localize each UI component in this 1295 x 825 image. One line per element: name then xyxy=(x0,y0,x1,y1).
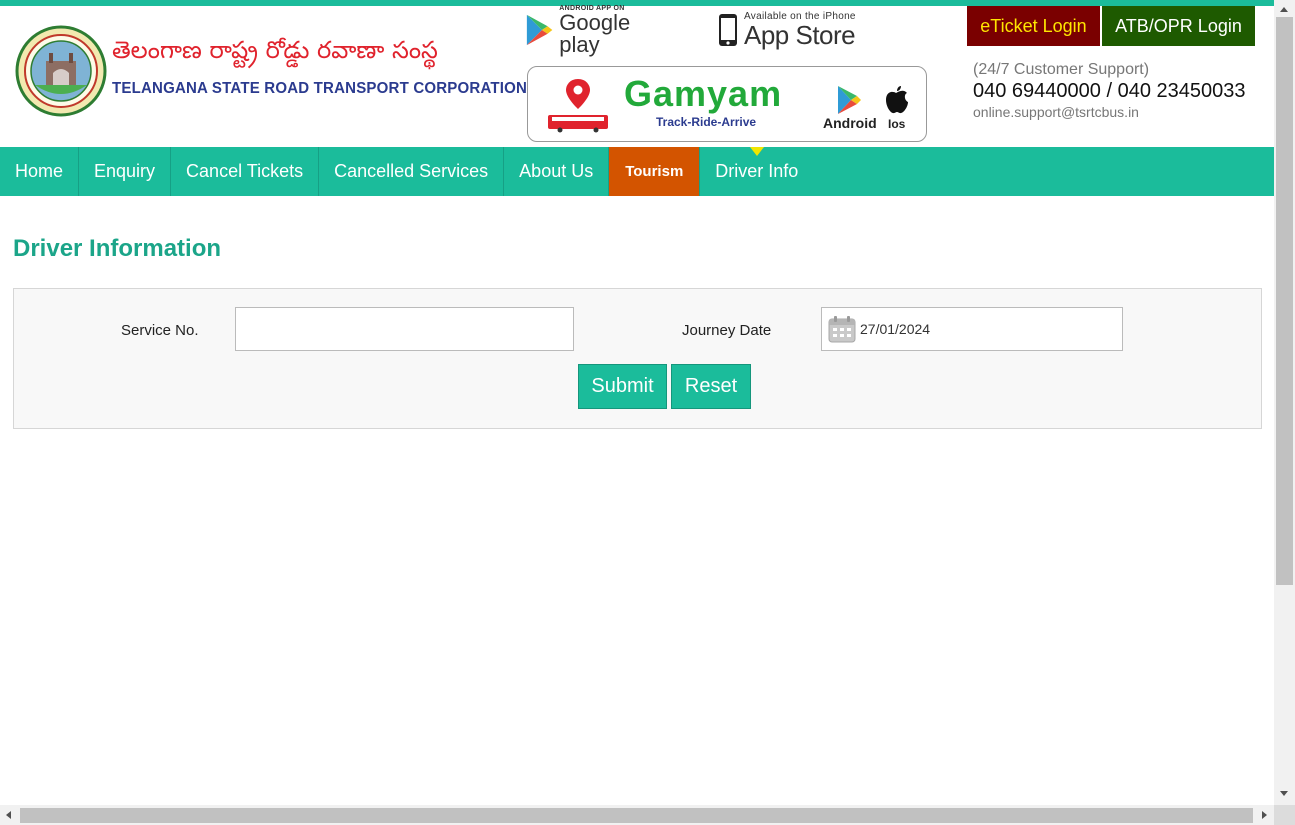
eticket-login-button[interactable]: eTicket Login xyxy=(967,6,1100,46)
brand-telugu-name: తెలంగాణ రాష్ట్ర రోడ్డు రవాణా సంస్థ xyxy=(112,36,438,64)
main-nav: Home Enquiry Cancel Tickets Cancelled Se… xyxy=(0,147,1274,196)
tsrtc-logo[interactable] xyxy=(15,25,107,117)
nav-item-cancel-tickets[interactable]: Cancel Tickets xyxy=(171,147,320,196)
calendar-icon[interactable] xyxy=(828,315,856,343)
app-store-badge[interactable]: Available on the iPhone App Store xyxy=(718,10,858,50)
scroll-right-arrow-icon[interactable] xyxy=(1262,811,1267,819)
nav-item-enquiry[interactable]: Enquiry xyxy=(79,147,172,196)
apple-icon xyxy=(886,86,908,114)
iphone-icon xyxy=(719,14,737,46)
journey-date-value: 27/01/2024 xyxy=(860,321,931,337)
google-play-icon xyxy=(526,14,553,46)
google-play-badge[interactable]: ANDROID APP ON Google play xyxy=(525,5,670,55)
nav-item-home[interactable]: Home xyxy=(0,147,80,196)
horizontal-scroll-thumb[interactable] xyxy=(20,808,1253,823)
support-label: (24/7 Customer Support) xyxy=(973,61,1150,78)
journey-date-label: Journey Date xyxy=(682,322,772,339)
driver-info-form: Service No. Journey Date 27/01/2024 Subm… xyxy=(13,288,1262,429)
nav-item-about-us[interactable]: About Us xyxy=(504,147,610,196)
service-no-label: Service No. xyxy=(121,322,199,339)
scroll-up-arrow-icon[interactable] xyxy=(1280,7,1288,12)
nav-item-tourism[interactable]: Tourism xyxy=(609,147,701,196)
gamyam-tagline: Track-Ride-Arrive xyxy=(656,115,757,129)
page-title: Driver Information xyxy=(13,235,222,262)
journey-date-input[interactable]: 27/01/2024 xyxy=(821,307,1123,351)
scroll-left-arrow-icon[interactable] xyxy=(6,811,11,819)
submit-button[interactable]: Submit xyxy=(578,364,667,409)
gamyam-ios-label: Ios xyxy=(888,117,906,131)
scroll-down-arrow-icon[interactable] xyxy=(1280,791,1288,796)
app-store-text: App Store xyxy=(744,20,856,50)
google-play-text: Google play xyxy=(559,9,631,57)
reset-button[interactable]: Reset xyxy=(671,364,751,409)
nav-item-cancelled-services[interactable]: Cancelled Services xyxy=(319,147,505,196)
gamyam-title: Gamyam xyxy=(624,73,783,114)
nav-item-driver-info[interactable]: Driver Info xyxy=(700,147,813,196)
location-bus-icon xyxy=(548,79,608,133)
gamyam-app-banner[interactable]: Gamyam Track-Ride-Arrive Android Ios xyxy=(527,66,927,142)
vertical-scroll-thumb[interactable] xyxy=(1276,17,1293,585)
service-no-input[interactable] xyxy=(235,307,574,351)
brand-english-name: TELANGANA STATE ROAD TRANSPORT CORPORATI… xyxy=(112,80,528,97)
scrollbar-corner xyxy=(1274,805,1295,825)
vertical-scrollbar[interactable] xyxy=(1274,0,1295,805)
support-email: online.support@tsrtcbus.in xyxy=(973,104,1139,120)
horizontal-scrollbar[interactable] xyxy=(0,805,1274,825)
gamyam-android-label: Android xyxy=(823,115,877,131)
atb-opr-login-button[interactable]: ATB/OPR Login xyxy=(1102,6,1255,46)
support-phone-numbers: 040 69440000 / 040 23450033 xyxy=(973,80,1246,102)
google-play-icon xyxy=(838,86,861,114)
